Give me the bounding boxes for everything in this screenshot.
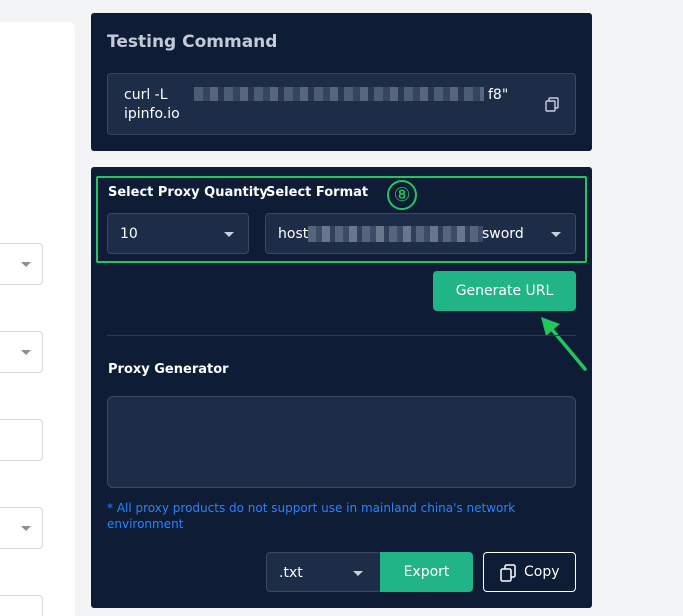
left-input[interactable] bbox=[0, 419, 43, 461]
chevron-down-icon bbox=[551, 232, 561, 237]
network-notice: * All proxy products do not support use … bbox=[107, 501, 516, 531]
export-format-select[interactable]: .txt bbox=[266, 552, 382, 592]
proxy-output-textarea[interactable] bbox=[107, 396, 576, 488]
proxy-generator-label: Proxy Generator bbox=[108, 362, 229, 377]
chevron-down-icon bbox=[21, 262, 31, 267]
copy-icon[interactable] bbox=[545, 97, 559, 113]
redacted-credentials bbox=[194, 87, 484, 101]
command-box[interactable]: curl -L f8" ipinfo.io bbox=[107, 73, 576, 135]
testing-command-card: Testing Command curl -L f8" ipinfo.io bbox=[91, 13, 592, 151]
chevron-down-icon bbox=[21, 350, 31, 355]
command-text-end: f8" bbox=[488, 87, 509, 103]
quantity-label: Select Proxy Quantity bbox=[108, 185, 268, 200]
chevron-down-icon bbox=[353, 571, 363, 576]
command-text-start: curl -L bbox=[124, 87, 168, 103]
pointer-arrow-icon bbox=[541, 317, 587, 371]
generate-url-button[interactable]: Generate URL bbox=[433, 271, 576, 311]
export-format-value: .txt bbox=[279, 565, 303, 581]
command-url: ipinfo.io bbox=[124, 106, 180, 122]
chevron-down-icon bbox=[21, 526, 31, 531]
format-select[interactable]: host sword bbox=[265, 213, 576, 254]
redacted-format bbox=[308, 226, 483, 242]
quantity-value: 10 bbox=[120, 226, 138, 242]
export-button[interactable]: Export bbox=[380, 552, 473, 592]
quantity-select[interactable]: 10 bbox=[107, 213, 249, 254]
copy-button-label: Copy bbox=[524, 564, 560, 580]
left-dropdown-3[interactable] bbox=[0, 507, 43, 549]
copy-button[interactable]: Copy bbox=[483, 552, 576, 592]
step-number-badge: ⑧ bbox=[387, 180, 417, 210]
left-dropdown-2[interactable] bbox=[0, 331, 43, 373]
copy-icon bbox=[500, 564, 516, 582]
format-value-end: sword bbox=[482, 226, 524, 242]
chevron-down-icon bbox=[224, 232, 234, 237]
section-divider bbox=[107, 335, 576, 336]
left-dropdown-4[interactable] bbox=[0, 595, 43, 616]
left-dropdown-1[interactable] bbox=[0, 243, 43, 285]
format-value-start: host bbox=[278, 226, 309, 242]
format-label: Select Format bbox=[266, 185, 369, 200]
testing-command-title: Testing Command bbox=[107, 32, 278, 52]
